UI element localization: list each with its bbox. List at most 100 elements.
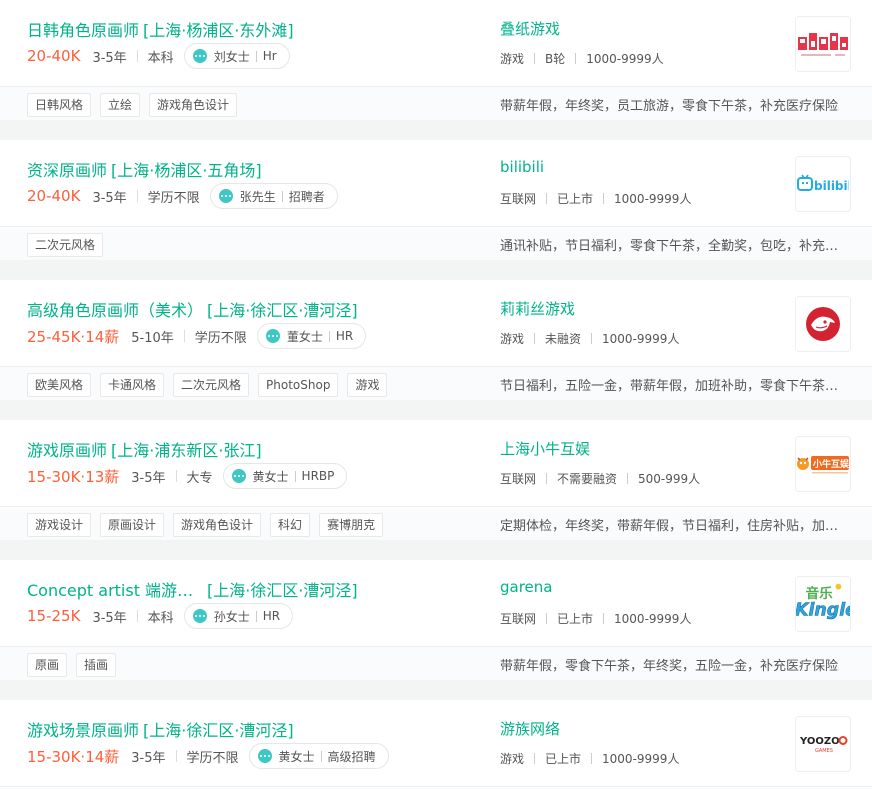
company-meta: 游戏 B轮 1000-9999人 bbox=[500, 50, 664, 67]
company-name-link[interactable]: bilibili bbox=[500, 158, 544, 176]
job-card[interactable]: Concept artist 端游手游 [上海·徐汇区·漕河泾] 15-25K 3-5… bbox=[0, 560, 872, 680]
job-card-bottom: 二次元风格 通讯补贴，节日福利，零食下午茶，全勤奖，包吃，补充医疗保险 bbox=[0, 226, 872, 260]
company-meta: 互联网 不需要融资 500-999人 bbox=[500, 470, 700, 487]
company-welfare: 节日福利，五险一金，带薪年假，加班补助，零食下午茶，年终奖 bbox=[500, 379, 842, 394]
job-title-link[interactable]: 资深原画师 [上海·杨浦区·五角场] bbox=[27, 157, 262, 181]
experience: 3-5年 bbox=[92, 190, 127, 206]
job-requirements-row: 15-30K·13薪 3-5年 大专 黄女士 HRBP bbox=[27, 463, 348, 489]
divider bbox=[175, 470, 177, 482]
papergames-logo[interactable] bbox=[795, 16, 851, 72]
chat-recruiter-button[interactable]: 黄女士 HRBP bbox=[222, 463, 348, 489]
company-name-link[interactable]: garena bbox=[500, 578, 552, 596]
company-name-link[interactable]: 游族网络 bbox=[500, 718, 560, 739]
skill-tag: 游戏角色设计 bbox=[173, 513, 262, 537]
skill-tag: 插画 bbox=[76, 653, 117, 677]
job-card-top: 高级角色原画师（美术） [上海·徐汇区·漕河泾] 25-45K·14薪 5-10年 学历… bbox=[0, 280, 872, 366]
skill-tag: 二次元风格 bbox=[27, 233, 104, 257]
divider bbox=[328, 330, 330, 342]
job-requirements-row: 15-30K·14薪 3-5年 学历不限 黄女士 高级招聘 bbox=[27, 743, 389, 769]
salary: 15-25K bbox=[27, 607, 81, 625]
job-title-text[interactable]: 高级角色原画师（美术） bbox=[27, 297, 203, 321]
job-card[interactable]: 日韩角色原画师 [上海·杨浦区·东外滩] 20-40K 3-5年 本科 刘女士 Hr 叠纸游戏… bbox=[0, 0, 872, 120]
job-requirements-row: 20-40K 3-5年 学历不限 张先生 招聘者 bbox=[27, 183, 338, 209]
company-name-link[interactable]: 上海小牛互娱 bbox=[500, 438, 590, 459]
divider bbox=[281, 190, 283, 202]
job-title-text[interactable]: 游戏场景原画师 bbox=[27, 721, 139, 740]
company-meta: 互联网 已上市 1000-9999人 bbox=[500, 190, 691, 207]
job-card[interactable]: 游戏场景原画师 [上海·徐汇区·漕河泾] 15-30K·14薪 3-5年 学历不限 黄女士… bbox=[0, 700, 872, 789]
xiaoniu-logo[interactable]: 小牛互娱 bbox=[795, 436, 851, 492]
job-title-link[interactable]: 高级角色原画师（美术） [上海·徐汇区·漕河泾] bbox=[27, 297, 358, 321]
chat-recruiter-button[interactable]: 孙女士 HR bbox=[183, 603, 294, 629]
svg-text:Kingle: Kingle bbox=[796, 601, 850, 621]
recruiter-name: 刘女士 bbox=[213, 49, 250, 64]
job-title-text[interactable]: 资深原画师 bbox=[27, 161, 107, 180]
company-meta: 互联网 已上市 1000-9999人 bbox=[500, 610, 691, 627]
company-name-link[interactable]: 莉莉丝游戏 bbox=[500, 298, 575, 319]
divider bbox=[591, 333, 593, 344]
skill-tags: 原画 插画 bbox=[27, 653, 125, 677]
job-card[interactable]: 资深原画师 [上海·杨浦区·五角场] 20-40K 3-5年 学历不限 张先生 招聘者 bil… bbox=[0, 140, 872, 260]
job-title-text[interactable]: 日韩角色原画师 bbox=[27, 21, 139, 40]
divider bbox=[575, 53, 577, 64]
company-size: 1000-9999人 bbox=[614, 192, 692, 206]
bilibili-logo[interactable]: bilibili bbox=[795, 156, 851, 212]
company-funding: 不需要融资 bbox=[557, 472, 618, 486]
salary: 20-40K bbox=[27, 47, 81, 65]
divider bbox=[534, 333, 536, 344]
skill-tag: 立绘 bbox=[100, 93, 141, 117]
job-card-bottom: 原画 插画 带薪年假，零食下午茶，年终奖，五险一金，补充医疗保险 bbox=[0, 646, 872, 680]
skill-tag: 游戏角色设计 bbox=[149, 93, 238, 117]
recruiter-role: 招聘者 bbox=[288, 189, 325, 204]
job-card-top: 游戏场景原画师 [上海·徐汇区·漕河泾] 15-30K·14薪 3-5年 学历不限 黄女士… bbox=[0, 700, 872, 786]
job-title-link[interactable]: 日韩角色原画师 [上海·杨浦区·东外滩] bbox=[27, 17, 294, 41]
divider bbox=[320, 750, 322, 762]
job-title-text[interactable]: 游戏原画师 bbox=[27, 441, 107, 460]
job-card-bottom: 游戏设计 原画设计 游戏角色设计 科幻 赛博朋克 定期体检，年终奖，带薪年假，节日福利，住… bbox=[0, 506, 872, 540]
education: 本科 bbox=[147, 50, 174, 66]
company-industry: 游戏 bbox=[500, 332, 525, 346]
job-card-top: Concept artist 端游手游 [上海·徐汇区·漕河泾] 15-25K 3-5… bbox=[0, 560, 872, 646]
divider bbox=[546, 473, 548, 484]
company-name-link[interactable]: 叠纸游戏 bbox=[500, 18, 560, 39]
divider bbox=[255, 610, 257, 622]
skill-tag: 日韩风格 bbox=[27, 93, 92, 117]
skill-tag: 欧美风格 bbox=[27, 373, 92, 397]
salary: 15-30K·14薪 bbox=[27, 747, 120, 766]
svg-text:GAMES: GAMES bbox=[815, 748, 833, 754]
chat-recruiter-button[interactable]: 刘女士 Hr bbox=[183, 43, 290, 69]
experience: 3-5年 bbox=[92, 610, 127, 626]
chat-recruiter-button[interactable]: 董女士 HR bbox=[256, 323, 367, 349]
job-title-link[interactable]: Concept artist 端游手游 [上海·徐汇区·漕河泾] bbox=[27, 577, 358, 601]
divider bbox=[591, 753, 593, 764]
job-title-link[interactable]: 游戏原画师 [上海·浦东新区·张江] bbox=[27, 437, 262, 461]
garena-kingle-logo[interactable]: 音乐Kingle bbox=[795, 576, 851, 632]
svg-text:小牛互娱: 小牛互娱 bbox=[812, 458, 850, 470]
company-size: 1000-9999人 bbox=[586, 52, 664, 66]
chat-bubble-icon bbox=[265, 329, 280, 343]
company-welfare: 带薪年假，零食下午茶，年终奖，五险一金，补充医疗保险 bbox=[500, 659, 839, 674]
job-location: [上海·徐汇区·漕河泾] bbox=[207, 301, 358, 320]
job-card[interactable]: 游戏原画师 [上海·浦东新区·张江] 15-30K·13薪 3-5年 大专 黄女士 HRBP… bbox=[0, 420, 872, 540]
skill-tags: 二次元风格 bbox=[27, 233, 112, 257]
lilith-logo[interactable] bbox=[795, 296, 851, 352]
recruiter-role: HR bbox=[335, 329, 354, 343]
skill-tag: 游戏设计 bbox=[27, 513, 92, 537]
company-meta: 游戏 已上市 1000-9999人 bbox=[500, 750, 679, 767]
job-card-bottom: 日韩风格 立绘 游戏角色设计 带薪年假，年终奖，员工旅游，零食下午茶，补充医疗保险 bbox=[0, 86, 872, 120]
experience: 3-5年 bbox=[92, 50, 127, 66]
chat-bubble-icon bbox=[192, 609, 207, 623]
company-size: 500-999人 bbox=[638, 472, 701, 486]
yoozoo-logo[interactable]: YOOZO GAMES bbox=[795, 716, 851, 772]
job-title-link[interactable]: 游戏场景原画师 [上海·徐汇区·漕河泾] bbox=[27, 717, 294, 741]
chat-recruiter-button[interactable]: 黄女士 高级招聘 bbox=[248, 743, 389, 769]
chat-recruiter-button[interactable]: 张先生 招聘者 bbox=[209, 183, 338, 209]
recruiter-role: Hr bbox=[262, 49, 277, 63]
company-industry: 互联网 bbox=[500, 472, 537, 486]
skill-tags: 游戏设计 原画设计 游戏角色设计 科幻 赛博朋克 bbox=[27, 513, 392, 537]
recruiter-name: 孙女士 bbox=[213, 609, 250, 624]
company-funding: 已上市 bbox=[545, 752, 582, 766]
job-title-text[interactable]: Concept artist 端游手游 bbox=[27, 577, 203, 601]
job-card[interactable]: 高级角色原画师（美术） [上海·徐汇区·漕河泾] 25-45K·14薪 5-10年 学历… bbox=[0, 280, 872, 400]
divider bbox=[175, 750, 177, 762]
